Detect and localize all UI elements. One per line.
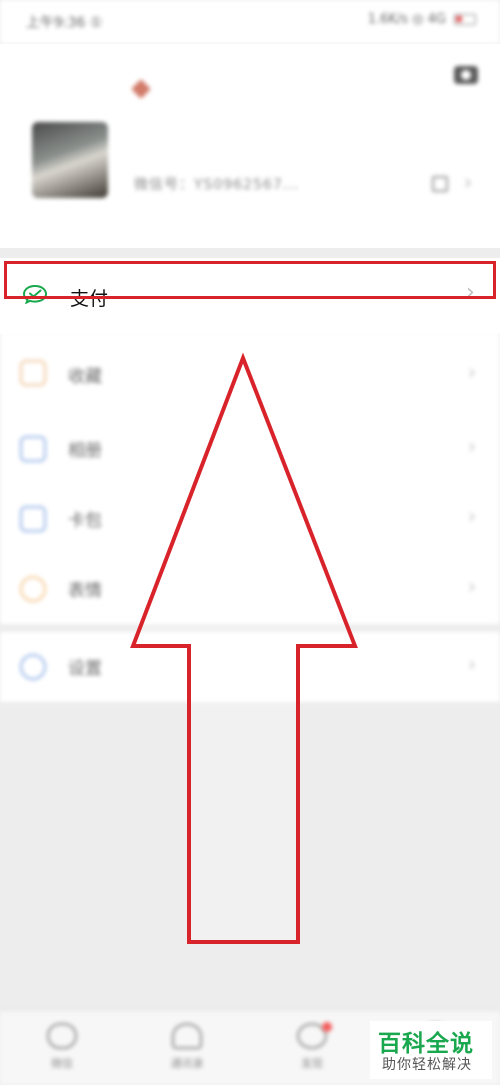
photo-icon (20, 436, 46, 462)
watermark-title: 百科全说 (378, 1031, 474, 1057)
chat-bubble-icon (47, 1023, 77, 1049)
profile-header[interactable]: 微信号：YS0962567... › (0, 44, 500, 248)
tab-label: 微信 (51, 1057, 73, 1070)
menu-item-label: 表情 (68, 581, 102, 601)
chevron-right-icon: › (468, 360, 476, 384)
avatar[interactable] (32, 122, 108, 198)
tab-discover[interactable]: 发现 (282, 1023, 342, 1071)
network-status: 1.6K/s ◎ 4G (367, 12, 446, 27)
tab-contacts[interactable]: 通讯录 (157, 1023, 217, 1071)
status-bar: 上午9:36 ① 1.6K/s ◎ 4G (0, 0, 500, 44)
menu-item-favorites[interactable]: 收藏 › (0, 332, 500, 414)
tab-label: 发现 (301, 1057, 323, 1070)
status-time: 上午9:36 ① (26, 15, 103, 31)
emoji-icon (20, 576, 46, 602)
menu-item-album[interactable]: 相册 › (0, 414, 500, 484)
contacts-icon (172, 1023, 202, 1049)
menu-item-label: 卡包 (68, 511, 102, 531)
menu-item-card-wallet[interactable]: 卡包 › (0, 484, 500, 554)
chevron-right-icon: › (468, 652, 476, 676)
chevron-right-icon: › (468, 504, 476, 528)
chevron-right-icon: › (468, 574, 476, 598)
chevron-right-icon: › (464, 170, 472, 194)
menu-item-stickers[interactable]: 表情 › (0, 554, 500, 624)
wechat-id: 微信号：YS0962567... (134, 177, 300, 193)
watermark-logo: 百科全说 助你轻松解决 (370, 1021, 492, 1079)
status-indicators: 1.6K/s ◎ 4G (368, 12, 476, 27)
highlight-box (4, 261, 496, 299)
menu-item-label: 收藏 (68, 367, 102, 387)
qr-code-icon[interactable] (432, 176, 448, 192)
nickname-icon (131, 79, 151, 99)
wallet-icon (20, 506, 46, 532)
watermark-subtitle: 助你轻松解决 (382, 1057, 472, 1073)
menu-list: 收藏 › 相册 › 卡包 › 表情 › (0, 332, 500, 624)
chevron-right-icon: › (468, 434, 476, 458)
menu-item-label: 相册 (68, 441, 102, 461)
menu-item-label: 设置 (68, 659, 102, 679)
battery-icon (454, 14, 476, 25)
tab-chats[interactable]: 微信 (32, 1023, 92, 1071)
menu-item-settings[interactable]: 设置 › (0, 632, 500, 702)
tab-label: 通讯录 (170, 1057, 204, 1070)
camera-icon[interactable] (454, 66, 478, 84)
box-icon (20, 360, 46, 386)
notification-dot (322, 1022, 332, 1032)
gear-icon (20, 654, 46, 680)
